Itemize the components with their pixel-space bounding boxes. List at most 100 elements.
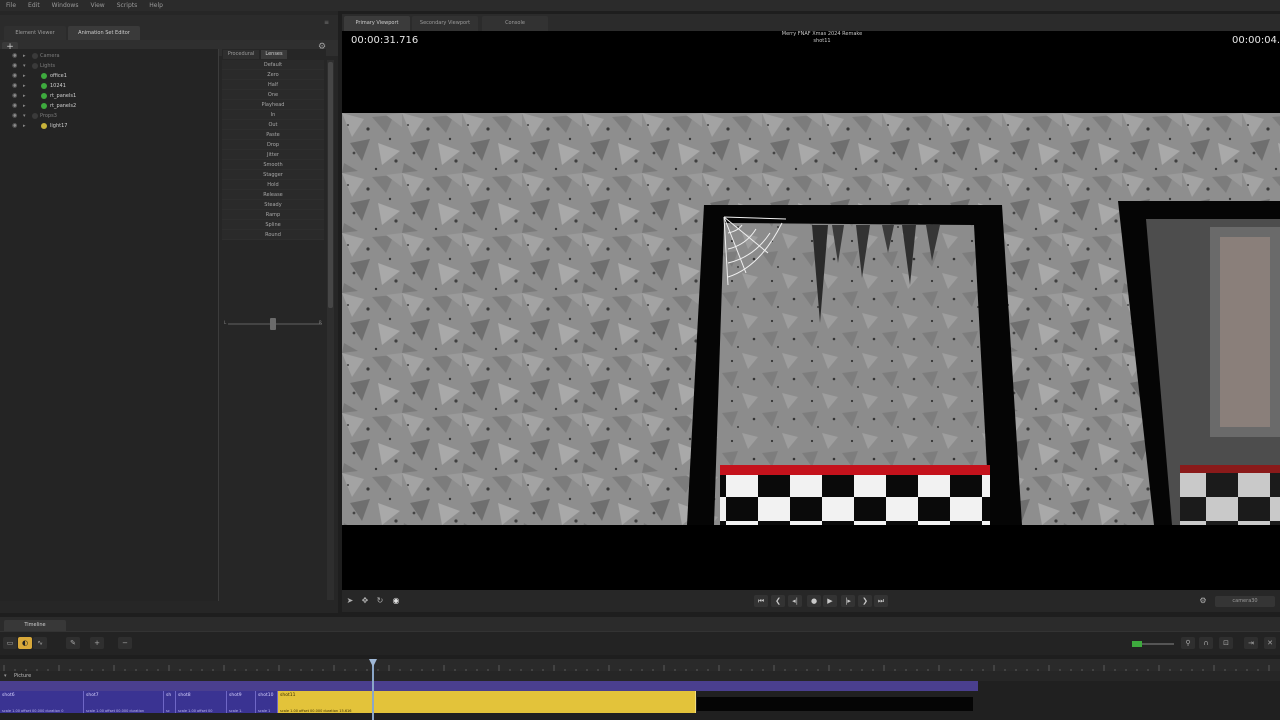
eye-icon[interactable]: ◉ (12, 51, 17, 61)
eye-icon[interactable]: ◉ (12, 71, 17, 81)
preset-item[interactable]: Ramp (222, 210, 324, 220)
lock-icon[interactable]: ⚲ (1181, 637, 1195, 649)
expand-arrow-icon[interactable]: ▸ (23, 51, 26, 61)
clip-editor-icon[interactable]: ▭ (3, 637, 17, 649)
eye-icon[interactable]: ◉ (12, 91, 17, 101)
frame-all-icon[interactable]: ⇥ (1244, 637, 1258, 649)
panel-menu-icon[interactable]: ≡ (324, 19, 329, 26)
skip-to-start-icon[interactable]: ⏮ (754, 595, 768, 607)
collapse-icon[interactable]: ✕ (1264, 637, 1276, 649)
menu-view[interactable]: View (90, 2, 104, 9)
shot-clip-active[interactable]: shot11 scale 1.00 offset 00.000 duration… (278, 691, 696, 713)
magnet-icon[interactable]: ∩ (1199, 637, 1213, 649)
shot-name: shot11 (813, 38, 831, 44)
next-key-icon[interactable]: ❯ (858, 595, 872, 607)
minus-icon[interactable]: − (118, 637, 132, 649)
preset-item[interactable]: Paste (222, 130, 324, 140)
preset-item[interactable]: In (222, 110, 324, 120)
tree-item-office1[interactable]: ◉ ▸ office1 (0, 71, 219, 81)
menu-edit[interactable]: Edit (28, 2, 40, 9)
tab-element-viewer[interactable]: Element Viewer (4, 26, 66, 40)
tab-secondary-viewport[interactable]: Secondary Viewport (412, 16, 478, 31)
film-clip[interactable] (0, 681, 978, 691)
preset-item[interactable]: Out (222, 120, 324, 130)
preset-scrollbar-thumb[interactable] (328, 62, 333, 308)
add-icon[interactable]: + (90, 637, 104, 649)
tab-primary-viewport[interactable]: Primary Viewport (344, 16, 410, 31)
step-back-icon[interactable]: ◂| (788, 595, 802, 607)
preset-item[interactable]: Release (222, 190, 324, 200)
tree-item-camera[interactable]: ◉ ▸ Camera (0, 51, 219, 61)
expand-arrow-icon[interactable]: ▸ (23, 71, 26, 81)
eye-icon[interactable]: ◉ (12, 111, 17, 121)
playhead-line[interactable] (372, 659, 374, 720)
track-area[interactable]: shot6 scale 1.00 offset 00.000 duration … (0, 681, 1280, 720)
expand-arrow-icon[interactable]: ▸ (23, 81, 26, 91)
preset-item[interactable]: Hold (222, 180, 324, 190)
shot-clip[interactable]: sh sc (164, 691, 176, 713)
preset-item[interactable]: One (222, 90, 324, 100)
camera-select[interactable]: camera30 (1215, 596, 1275, 607)
expand-arrow-icon[interactable]: ▾ (23, 111, 26, 121)
graph-editor-icon[interactable]: ∿ (33, 637, 47, 649)
tab-lenses[interactable]: Lenses (261, 50, 287, 59)
eye-icon[interactable]: ◉ (12, 121, 17, 131)
tab-procedural[interactable]: Procedural (223, 50, 259, 59)
expand-arrow-icon[interactable]: ▸ (23, 121, 26, 131)
prev-key-icon[interactable]: ❮ (771, 595, 785, 607)
preset-item[interactable]: Jitter (222, 150, 324, 160)
rotate-tool-icon[interactable]: ↻ (374, 595, 386, 607)
expand-arrow-icon[interactable]: ▸ (23, 91, 26, 101)
step-forward-icon[interactable]: |▸ (841, 595, 855, 607)
tab-console[interactable]: Console (482, 16, 548, 31)
eye-icon[interactable]: ◉ (12, 101, 17, 111)
shot-clip[interactable]: shot10 scale 1 (256, 691, 278, 713)
play-icon[interactable]: ▶ (823, 595, 837, 607)
preset-item[interactable]: Zero (222, 70, 324, 80)
tree-item-10241[interactable]: ◉ ▸ 10241 (0, 81, 219, 91)
expand-arrow-icon[interactable]: ▸ (23, 101, 26, 111)
collapse-arrow-icon[interactable]: ▾ (4, 671, 7, 681)
shot-clip[interactable]: shot9 scale 1. (227, 691, 256, 713)
preset-item[interactable]: Stagger (222, 170, 324, 180)
menu-scripts[interactable]: Scripts (117, 2, 138, 9)
shot-clip[interactable]: shot6 scale 1.00 offset 00.000 duration … (0, 691, 84, 713)
camera-settings-icon[interactable]: ⚙ (1197, 595, 1209, 607)
record-icon[interactable]: ● (807, 595, 821, 607)
skip-to-end-icon[interactable]: ⏭ (874, 595, 888, 607)
magic-wand-icon[interactable]: ✎ (66, 637, 80, 649)
preset-item[interactable]: Drop (222, 140, 324, 150)
tab-timeline[interactable]: Timeline (4, 620, 66, 631)
expand-arrow-icon[interactable]: ▾ (23, 61, 26, 71)
preset-item[interactable]: Round (222, 230, 324, 240)
menu-file[interactable]: File (6, 2, 16, 9)
motion-editor-icon[interactable]: ◐ (18, 637, 32, 649)
tree-item-rt-panels1[interactable]: ◉ ▸ rt_panels1 (0, 91, 219, 101)
balance-slider-knob[interactable] (270, 318, 276, 330)
preset-item[interactable]: Half (222, 80, 324, 90)
eye-icon[interactable]: ◉ (12, 81, 17, 91)
preset-item[interactable]: Playhead (222, 100, 324, 110)
menu-windows[interactable]: Windows (52, 2, 79, 9)
tree-item-light17[interactable]: ◉ ▸ light17 (0, 121, 219, 131)
shot-clip[interactable]: shot7 scale 1.00 offset 00.000 duration (84, 691, 164, 713)
preset-item[interactable]: Steady (222, 200, 324, 210)
zoom-slider-track[interactable] (1142, 643, 1174, 645)
eye-icon[interactable]: ◉ (12, 61, 17, 71)
preset-item[interactable]: Smooth (222, 160, 324, 170)
preset-item[interactable]: Default (222, 60, 324, 70)
status-dot-icon (32, 113, 38, 119)
menu-help[interactable]: Help (149, 2, 163, 9)
snap-icon[interactable]: ⊡ (1219, 637, 1233, 649)
target-tool-icon[interactable]: ◉ (390, 595, 402, 607)
select-tool-icon[interactable]: ➤ (344, 595, 356, 607)
move-tool-icon[interactable]: ✥ (359, 595, 371, 607)
tab-animation-set-editor[interactable]: Animation Set Editor (68, 26, 140, 40)
tree-item-lights[interactable]: ◉ ▾ Lights (0, 61, 219, 71)
time-ruler[interactable] (0, 659, 1280, 674)
tree-item-rt-panels2[interactable]: ◉ ▸ rt_panels2 (0, 101, 219, 111)
primary-viewport[interactable]: 00:00:31.716 Merry FNAF Xmas 2024 Remake… (342, 31, 1280, 590)
tree-item-props3[interactable]: ◉ ▾ Props3 (0, 111, 219, 121)
preset-item[interactable]: Spline (222, 220, 324, 230)
shot-clip[interactable]: shot8 scale 1.00 offset 00 (176, 691, 227, 713)
